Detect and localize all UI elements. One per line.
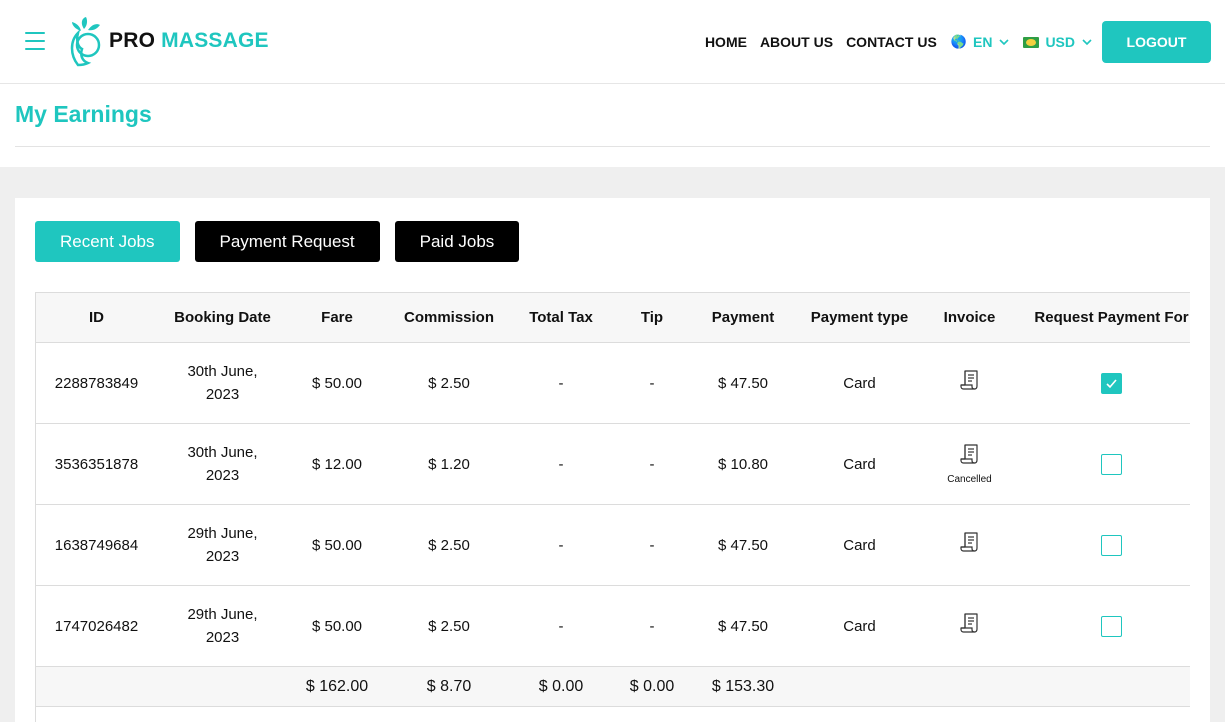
cell-fare: $ 12.00 [311,455,363,473]
cell-booking-date: 29th June, 2023 [187,606,258,646]
col-header-tip: Tip [640,309,664,326]
nav-about[interactable]: ABOUT US [760,34,833,50]
cell-fare: $ 50.00 [311,374,363,392]
cell-id: 1638749684 [54,536,139,554]
earnings-table-container[interactable]: ID Booking Date Fare Commission Total Ta… [35,292,1190,722]
tab-recent-jobs[interactable]: Recent Jobs [35,221,180,262]
col-header-payment-type: Payment type [810,309,909,326]
earnings-card: Recent Jobs Payment Request Paid Jobs ID… [15,198,1210,722]
earnings-table: ID Booking Date Fare Commission Total Ta… [36,292,1190,707]
col-header-request-payment: Request Payment For [1034,309,1189,326]
cell-payment: $ 47.50 [717,374,769,392]
cell-invoice [927,505,1012,586]
col-header-commission: Commission [403,309,494,326]
cell-booking-date: 30th June, 2023 [187,444,258,484]
currency-selector[interactable]: USD [1023,34,1092,50]
top-header: PRO MASSAGE HOME ABOUT US CONTACT US 🌎 E… [0,0,1225,84]
cell-tip: - [649,455,655,473]
logo-text-massage: MASSAGE [161,29,269,52]
cell-booking-date: 30th June, 2023 [187,363,258,403]
col-header-invoice: Invoice [943,309,996,326]
col-header-total-tax: Total Tax [529,309,593,326]
cell-id: 3536351878 [54,455,139,473]
cell-request-payment [1012,343,1190,424]
table-totals-row: $ 162.00 $ 8.70 $ 0.00 $ 0.00 $ 153.30 [36,666,1190,707]
cell-total-tax: - [558,374,564,392]
cell-commission: $ 2.50 [428,617,470,635]
table-row: 1747026482 29th June, 2023 $ 50.00 $ 2.50 - - $… [36,586,1190,667]
cell-request-payment [1012,505,1190,586]
col-header-booking-date: Booking Date [174,309,271,326]
cell-id: 2288783849 [54,374,139,392]
cell-tip: - [649,374,655,392]
cell-tip: - [649,536,655,554]
table-header-row: ID Booking Date Fare Commission Total Ta… [36,292,1190,343]
request-payment-checkbox[interactable] [1101,454,1122,476]
cell-total-tax: - [558,617,564,635]
receipt-icon[interactable] [959,531,981,553]
request-payment-checkbox[interactable] [1101,616,1122,638]
nav-contact[interactable]: CONTACT US [846,34,937,50]
chevron-down-icon [1082,39,1092,46]
request-payment-checkbox[interactable] [1101,535,1122,557]
cell-invoice [927,586,1012,667]
total-commission: $ 8.70 [426,677,472,695]
receipt-icon[interactable] [959,443,981,465]
language-selector[interactable]: 🌎 EN [951,34,1010,50]
cell-payment: $ 47.50 [717,536,769,554]
cell-payment: $ 10.80 [717,455,769,473]
page-title: My Earnings [15,101,152,127]
cell-tip: - [649,617,655,635]
page-title-section: My Earnings [15,84,1210,147]
cell-fare: $ 50.00 [311,617,363,635]
total-tip: $ 0.00 [629,677,675,695]
main-nav: HOME ABOUT US CONTACT US 🌎 EN USD LOGOUT [705,21,1211,63]
invoice-status: Cancelled [947,473,992,485]
language-value: EN [972,34,993,50]
logo[interactable]: PRO MASSAGE [66,14,269,68]
total-tax: $ 0.00 [538,677,584,695]
receipt-icon[interactable] [959,369,981,391]
cell-payment-type: Card [843,455,876,473]
tab-payment-request[interactable]: Payment Request [194,221,380,262]
cell-request-payment [1012,586,1190,667]
cell-fare: $ 50.00 [311,536,363,554]
table-row: 3536351878 30th June, 2023 $ 12.00 $ 1.20 - - $… [36,424,1190,505]
nav-home[interactable]: HOME [705,34,747,50]
col-header-id: ID [89,309,104,326]
cell-commission: $ 2.50 [428,374,470,392]
cell-payment-type: Card [843,617,876,635]
total-fare: $ 162.00 [305,677,369,695]
logout-button[interactable]: LOGOUT [1102,21,1211,63]
col-header-payment: Payment [711,309,775,326]
logo-text-pro: PRO [109,29,156,52]
cell-payment: $ 47.50 [717,617,769,635]
tab-paid-jobs[interactable]: Paid Jobs [394,221,520,262]
total-payment: $ 153.30 [711,677,775,695]
cell-request-payment [1012,424,1190,505]
request-payment-checkbox[interactable] [1101,373,1122,395]
receipt-icon[interactable] [959,612,981,634]
cell-booking-date: 29th June, 2023 [187,525,258,565]
logo-mark-icon [70,17,101,67]
hamburger-icon[interactable] [25,32,45,50]
cell-id: 1747026482 [54,617,139,635]
cell-total-tax: - [558,455,564,473]
currency-value: USD [1045,34,1075,50]
cell-payment-type: Card [843,374,876,392]
col-header-fare: Fare [321,309,353,326]
cell-invoice: Cancelled [927,424,1012,505]
cell-commission: $ 1.20 [428,455,470,473]
table-row: 1638749684 29th June, 2023 $ 50.00 $ 2.50 - - $… [36,505,1190,586]
cell-payment-type: Card [843,536,876,554]
flag-icon [1023,36,1040,48]
cell-total-tax: - [558,536,564,554]
cell-commission: $ 2.50 [428,536,470,554]
cell-invoice [927,343,1012,424]
globe-icon: 🌎 [950,34,967,49]
chevron-down-icon [999,39,1010,46]
table-row: 2288783849 30th June, 2023 $ 50.00 $ 2.50 - - $… [36,343,1190,424]
earnings-tabs: Recent Jobs Payment Request Paid Jobs [35,221,534,262]
checkmark-icon [1106,379,1117,389]
